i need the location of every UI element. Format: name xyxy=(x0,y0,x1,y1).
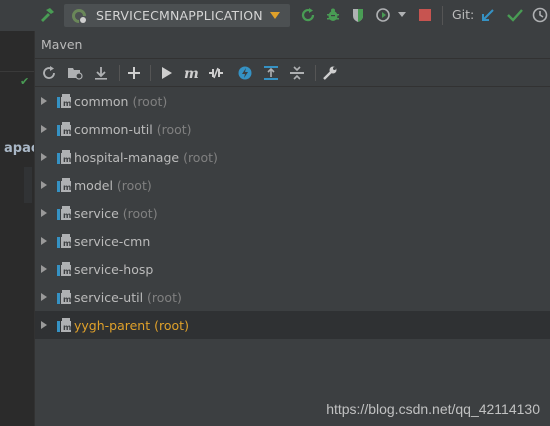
project-name: model xyxy=(74,178,113,193)
tree-row[interactable]: m common-util (root) xyxy=(35,115,550,143)
project-name: common-util xyxy=(74,122,153,137)
collapse-all-icon[interactable] xyxy=(287,63,307,83)
project-root-suffix: (root) xyxy=(156,122,192,137)
toolbar-separator xyxy=(315,65,316,81)
project-name: yygh-parent xyxy=(74,318,151,333)
tree-row[interactable]: m service-cmn xyxy=(35,227,550,255)
execute-maven-goal-icon[interactable]: m xyxy=(182,63,202,83)
reload-icon[interactable] xyxy=(39,63,59,83)
project-root-suffix: (root) xyxy=(183,150,218,165)
run-configuration-selector[interactable]: SERVICECMNAPPLICATION xyxy=(64,4,290,27)
expand-arrow-icon[interactable] xyxy=(41,265,47,273)
tree-row[interactable]: m service-util (root) xyxy=(35,283,550,311)
expand-arrow-icon[interactable] xyxy=(41,97,47,105)
skip-tests-icon[interactable] xyxy=(235,63,255,83)
project-root-suffix: (root) xyxy=(132,94,168,109)
svg-text:m: m xyxy=(63,99,71,108)
run-configuration-label: SERVICECMNAPPLICATION xyxy=(96,8,263,23)
tree-row[interactable]: m model (root) xyxy=(35,171,550,199)
expand-arrow-icon[interactable] xyxy=(41,209,47,217)
maven-module-icon: m xyxy=(57,122,71,136)
project-root-suffix: (root) xyxy=(154,318,189,333)
maven-module-icon: m xyxy=(57,206,71,220)
inspection-ok-icon: ✔ xyxy=(20,75,30,88)
more-run-dropdown-icon[interactable] xyxy=(397,10,407,20)
maven-module-icon: m xyxy=(57,234,71,248)
download-sources-icon[interactable] xyxy=(91,63,111,83)
coverage-shield-icon[interactable] xyxy=(349,6,367,24)
maven-project-tree: m common (root) m common-util (root) m h… xyxy=(35,87,550,339)
editor-area: ✔ apac xyxy=(0,31,39,426)
spring-boot-icon xyxy=(70,7,88,25)
main-toolbar: SERVICECMNAPPLICATION Git: xyxy=(0,0,550,31)
expand-arrow-icon[interactable] xyxy=(41,237,47,245)
expand-arrow-icon[interactable] xyxy=(41,181,47,189)
project-name: service-cmn xyxy=(74,234,151,249)
svg-text:m: m xyxy=(63,127,71,136)
dropdown-arrow-icon xyxy=(270,12,280,19)
svg-text:m: m xyxy=(63,211,71,220)
tree-row[interactable]: m service-hosp xyxy=(35,255,550,283)
project-name: hospital-manage xyxy=(74,150,180,165)
add-folder-reload-icon[interactable] xyxy=(65,63,85,83)
watermark: https://blog.csdn.net/qq_42114130 xyxy=(326,401,540,417)
toggle-offline-mode-icon[interactable] xyxy=(206,63,226,83)
project-root-suffix: (root) xyxy=(147,290,182,305)
add-maven-project-icon[interactable] xyxy=(124,63,144,83)
svg-text:m: m xyxy=(63,295,71,304)
expand-arrow-icon[interactable] xyxy=(41,125,47,133)
git-label: Git: xyxy=(452,7,475,22)
svg-text:m: m xyxy=(63,267,71,276)
project-name: common xyxy=(74,94,129,109)
git-commit-check-icon[interactable] xyxy=(506,6,524,24)
expand-arrow-icon[interactable] xyxy=(41,153,47,161)
project-name: service-util xyxy=(74,290,144,305)
maven-toolbar: m xyxy=(35,59,550,87)
maven-header: Maven xyxy=(35,31,550,59)
tree-row-selected[interactable]: m yygh-parent (root) xyxy=(35,311,550,339)
build-hammer-icon[interactable] xyxy=(38,6,56,24)
toolbar-separator xyxy=(119,65,120,81)
svg-text:m: m xyxy=(63,183,71,192)
show-dependencies-icon[interactable] xyxy=(261,63,281,83)
project-name: service-hosp xyxy=(74,262,154,277)
svg-text:m: m xyxy=(184,66,199,80)
toolbar-separator xyxy=(442,6,443,25)
expand-arrow-icon[interactable] xyxy=(41,293,47,301)
project-name: service xyxy=(74,206,119,221)
run-maven-build-icon[interactable] xyxy=(157,63,177,83)
editor-gutter xyxy=(24,167,32,203)
maven-module-icon: m xyxy=(57,318,71,332)
maven-title: Maven xyxy=(41,37,83,52)
maven-module-icon: m xyxy=(57,94,71,108)
profile-run-icon[interactable] xyxy=(375,6,393,24)
maven-tool-window: Maven m m common (root) m common-util (r… xyxy=(34,31,550,426)
editor-divider xyxy=(0,71,34,72)
tree-row[interactable]: m service (root) xyxy=(35,199,550,227)
svg-text:m: m xyxy=(63,323,71,332)
maven-module-icon: m xyxy=(57,178,71,192)
tree-row[interactable]: m common (root) xyxy=(35,87,550,115)
project-root-suffix: (root) xyxy=(122,206,158,221)
git-update-arrow-icon[interactable] xyxy=(479,6,497,24)
maven-module-icon: m xyxy=(57,150,71,164)
stop-icon[interactable] xyxy=(417,7,433,23)
project-root-suffix: (root) xyxy=(116,178,152,193)
svg-text:m: m xyxy=(63,155,71,164)
maven-module-icon: m xyxy=(57,290,71,304)
maven-module-icon: m xyxy=(57,262,71,276)
svg-text:m: m xyxy=(63,239,71,248)
expand-arrow-icon[interactable] xyxy=(41,321,47,329)
git-history-clock-icon[interactable] xyxy=(531,6,549,24)
tree-row[interactable]: m hospital-manage (root) xyxy=(35,143,550,171)
toolbar-separator xyxy=(150,65,151,81)
debug-bug-icon[interactable] xyxy=(324,6,342,24)
rerun-icon[interactable] xyxy=(299,6,317,24)
maven-settings-wrench-icon[interactable] xyxy=(320,63,340,83)
